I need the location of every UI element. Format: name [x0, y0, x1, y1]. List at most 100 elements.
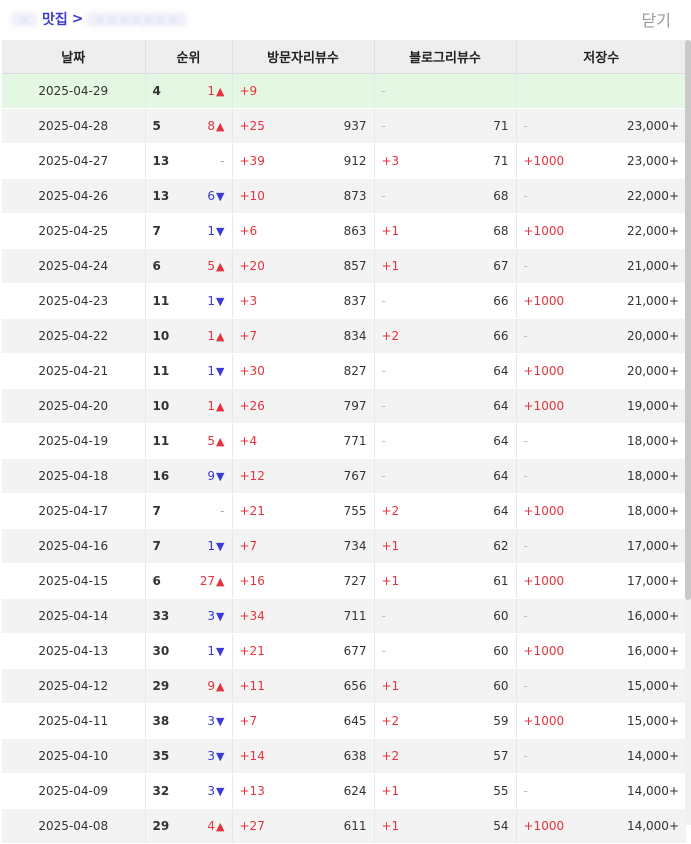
save-delta: +1000 [523, 574, 565, 588]
rank-cell: 10 1▲ [144, 318, 232, 354]
save-cell: +1000 22,000+ [515, 213, 686, 249]
visitor-review-count: 771 [343, 434, 367, 448]
date-cell: 2025-04-10 [2, 738, 145, 774]
save-count: 19,000+ [626, 399, 679, 413]
save-delta: - [523, 259, 528, 273]
table-row: 2025-04-09 32 3▼ +13 624 +1 55- 14,000+ [2, 773, 686, 809]
blog-review-delta: +2 [381, 749, 400, 763]
save-cell: - 22,000+ [515, 178, 686, 214]
date-text: 2025-04-09 [38, 784, 109, 798]
save-cell [515, 73, 686, 109]
save-cell: - 15,000+ [515, 668, 686, 704]
save-cell: +1000 19,000+ [515, 388, 686, 424]
blog-review-cell: - 66 [373, 283, 516, 319]
date-text: 2025-04-13 [38, 644, 109, 658]
date-text: 2025-04-19 [38, 434, 109, 448]
visitor-review-cell: +9 [231, 73, 374, 109]
blog-review-delta: - [381, 364, 386, 378]
save-cell: +1000 20,000+ [515, 353, 686, 389]
blog-review-count: 71 [493, 154, 509, 168]
visitor-review-count: 937 [343, 119, 367, 133]
triangle-down-icon: ▼ [216, 715, 225, 728]
visitor-review-cell: +20 857 [231, 248, 374, 284]
visitor-review-count: 677 [343, 644, 367, 658]
save-count: 16,000+ [626, 644, 679, 658]
triangle-down-icon: ▼ [216, 540, 225, 553]
blog-review-delta: +1 [381, 819, 400, 833]
breadcrumb-place[interactable]: ○○○○○○○○ [88, 11, 186, 27]
visitor-review-cell: +16 727 [231, 563, 374, 599]
breadcrumb: ○○ 맛집 > ○○○○○○○○ [12, 9, 186, 29]
scrollbar-thumb[interactable] [685, 40, 691, 600]
column-header-visitor-reviews: 방문자리뷰수 [231, 40, 374, 74]
vertical-scrollbar[interactable] [685, 40, 691, 825]
rank-change: 3▼ [207, 749, 224, 763]
visitor-review-delta: +3 [239, 294, 258, 308]
rank-cell: 35 3▼ [144, 738, 232, 774]
blog-review-cell: +1 62 [373, 528, 516, 564]
rank-value: 16 [152, 469, 170, 483]
rank-change: 1▼ [207, 294, 224, 308]
triangle-down-icon: ▼ [216, 645, 225, 658]
save-count: 15,000+ [626, 714, 679, 728]
rank-change-value: 3 [207, 714, 216, 728]
blog-review-delta: +1 [381, 224, 400, 238]
blog-review-count: 57 [493, 749, 509, 763]
table-body: 2025-04-29 4 1▲ +9-2025-04-28 5 8▲ +25 937-71-2… [2, 73, 686, 844]
visitor-review-count: 727 [343, 574, 367, 588]
blog-review-count: 64 [493, 399, 509, 413]
blog-review-cell: +1 55 [373, 773, 516, 809]
blog-review-delta: - [381, 84, 386, 98]
save-cell: +1000 18,000+ [515, 493, 686, 529]
rank-cell: 7 1▼ [144, 528, 232, 564]
blog-review-count: 59 [493, 714, 509, 728]
save-count: 14,000+ [626, 784, 679, 798]
blog-review-count: 60 [493, 644, 509, 658]
rank-cell: 33 3▼ [144, 598, 232, 634]
blog-review-count: 64 [493, 364, 509, 378]
table-row: 2025-04-19 11 5▲ +4 771-64-18,000+ [2, 423, 686, 459]
triangle-up-icon: ▲ [216, 330, 225, 343]
visitor-review-delta: +21 [239, 644, 265, 658]
date-text: 2025-04-28 [38, 119, 109, 133]
visitor-review-count: 863 [343, 224, 367, 238]
table-row: 2025-04-15 6 27▲ +16 727 +1 61 +1000 17,000+ [2, 563, 686, 599]
date-cell: 2025-04-15 [2, 563, 145, 599]
save-delta: - [523, 469, 528, 483]
date-text: 2025-04-15 [38, 574, 109, 588]
rank-change: 9▼ [207, 469, 224, 483]
save-count: 15,000+ [626, 679, 679, 693]
breadcrumb-region[interactable]: ○○ [12, 11, 38, 27]
save-count: 23,000+ [626, 154, 679, 168]
save-delta: +1000 [523, 714, 565, 728]
visitor-review-count: 797 [343, 399, 367, 413]
date-text: 2025-04-22 [38, 329, 109, 343]
blog-review-count: 62 [493, 539, 509, 553]
date-text: 2025-04-12 [38, 679, 109, 693]
blog-review-delta: - [381, 294, 386, 308]
visitor-review-delta: +10 [239, 189, 265, 203]
rank-value: 7 [152, 539, 161, 553]
save-count: 17,000+ [626, 539, 679, 553]
rank-change-value: 1 [207, 84, 216, 98]
blog-review-cell: - 64 [373, 353, 516, 389]
date-cell: 2025-04-23 [2, 283, 145, 319]
visitor-review-count: 611 [343, 819, 367, 833]
top-bar: ○○ 맛집 > ○○○○○○○○ 닫기 [0, 0, 691, 38]
rank-change: - [220, 504, 224, 518]
breadcrumb-category[interactable]: 맛집 [42, 9, 68, 29]
rank-value: 13 [152, 154, 170, 168]
blog-review-count: 64 [493, 434, 509, 448]
visitor-review-delta: +4 [239, 434, 258, 448]
triangle-down-icon: ▼ [216, 750, 225, 763]
rank-change: 3▼ [207, 609, 224, 623]
close-button[interactable]: 닫기 [642, 7, 671, 31]
visitor-review-delta: +7 [239, 329, 258, 343]
visitor-review-delta: +16 [239, 574, 265, 588]
rank-change-value: - [220, 154, 225, 168]
save-cell: +1000 17,000+ [515, 563, 686, 599]
visitor-review-delta: +30 [239, 364, 265, 378]
save-delta: - [523, 749, 528, 763]
rank-change-value: 6 [207, 189, 216, 203]
blog-review-delta: +2 [381, 329, 400, 343]
